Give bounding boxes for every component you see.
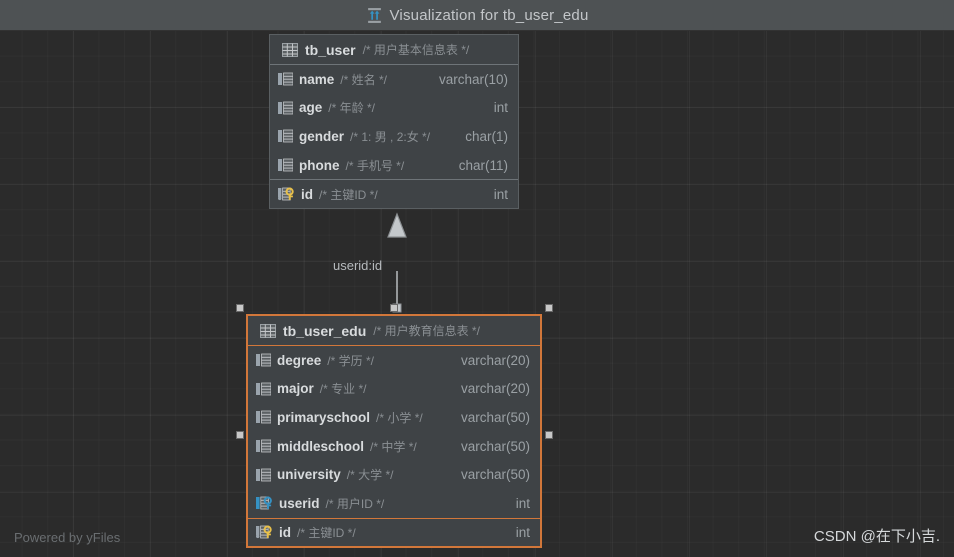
column-comment: /* 主键ID */ <box>319 187 378 202</box>
window-title-bar: Visualization for tb_user_edu <box>0 0 954 31</box>
column-type: varchar(50) <box>460 438 530 454</box>
column-icon <box>256 353 272 367</box>
column-name: id <box>279 524 291 540</box>
table-comment: /* 用户基本信息表 */ <box>362 43 470 57</box>
column-name: age <box>299 100 323 116</box>
table-row[interactable]: university /* 大学 */ varchar(50) <box>248 460 540 489</box>
table-row[interactable]: userid /* 用户ID */ int <box>248 489 540 518</box>
column-name: name <box>299 71 335 87</box>
column-type: char(1) <box>465 128 508 144</box>
column-name: university <box>277 467 341 483</box>
table-row[interactable]: gender /* 1: 男 , 2:女 */ char(1) <box>270 122 518 151</box>
table-row[interactable]: id /* 主键ID */ int <box>248 517 540 547</box>
selection-handle-top-center[interactable] <box>390 304 398 312</box>
column-type: int <box>515 495 530 511</box>
column-icon <box>278 129 294 143</box>
table-icon <box>260 323 276 338</box>
selection-handle-middle-right[interactable] <box>545 431 553 439</box>
column-type: varchar(20) <box>460 381 530 397</box>
table-node-tb_user[interactable]: tb_user /* 用户基本信息表 */ name /* 姓名 */ varc… <box>269 34 519 209</box>
table-icon <box>282 42 298 57</box>
column-type: char(11) <box>458 157 508 173</box>
relationship-label: userid:id <box>333 258 383 273</box>
column-icon <box>256 468 272 482</box>
column-icon <box>278 72 294 86</box>
column-comment: /* 大学 */ <box>346 468 394 483</box>
column-type: varchar(50) <box>460 409 530 425</box>
table-row[interactable]: primaryschool /* 小学 */ varchar(50) <box>248 403 540 432</box>
table-header-tb_user[interactable]: tb_user /* 用户基本信息表 */ <box>270 35 518 65</box>
column-comment: /* 专业 */ <box>319 382 367 397</box>
column-name: phone <box>299 157 340 173</box>
table-row[interactable]: middleschool /* 中学 */ varchar(50) <box>248 432 540 461</box>
table-row[interactable]: name /* 姓名 */ varchar(10) <box>270 65 518 94</box>
selection-handle-middle-left[interactable] <box>236 431 244 439</box>
table-row[interactable]: phone /* 手机号 */ char(11) <box>270 151 518 180</box>
column-comment: /* 姓名 */ <box>340 72 387 87</box>
column-type: varchar(10) <box>438 71 508 87</box>
window-title: Visualization for tb_user_edu <box>389 6 589 24</box>
column-name: userid <box>279 495 320 511</box>
table-row[interactable]: id /* 主键ID */ int <box>270 179 518 208</box>
foreign-key-icon <box>256 496 273 510</box>
column-icon <box>278 101 294 115</box>
table-name: tb_user <box>305 41 356 58</box>
column-comment: /* 年龄 */ <box>328 101 375 116</box>
column-comment: /* 用户ID */ <box>325 496 385 511</box>
column-type: int <box>493 186 508 202</box>
selection-handle-top-right[interactable] <box>545 304 553 312</box>
csdn-watermark: CSDN @在下小吉. <box>813 528 940 545</box>
column-name: primaryschool <box>277 409 371 425</box>
column-type: varchar(50) <box>460 467 530 483</box>
column-icon <box>278 158 294 172</box>
column-type: varchar(20) <box>460 352 530 368</box>
column-name: major <box>277 381 314 397</box>
column-type: int <box>515 524 530 540</box>
column-comment: /* 小学 */ <box>376 410 423 425</box>
table-row[interactable]: degree /* 学历 */ varchar(20) <box>248 346 540 375</box>
column-comment: /* 中学 */ <box>370 439 417 454</box>
column-name: middleschool <box>277 438 365 454</box>
primary-key-icon <box>277 187 295 201</box>
column-comment: /* 学历 */ <box>327 353 374 368</box>
table-row[interactable]: major /* 专业 */ varchar(20) <box>248 375 540 404</box>
selection-handle-top-left[interactable] <box>236 304 244 312</box>
table-node-tb_user_edu[interactable]: tb_user_edu /* 用户教育信息表 */ degree /* 学历 *… <box>246 314 542 549</box>
column-icon <box>256 382 272 396</box>
visualization-icon <box>366 7 383 24</box>
yfiles-watermark: Powered by yFiles <box>14 530 121 545</box>
column-comment: /* 1: 男 , 2:女 */ <box>350 129 431 144</box>
table-name: tb_user_edu <box>283 322 367 339</box>
column-name: degree <box>277 352 322 368</box>
table-comment: /* 用户教育信息表 */ <box>373 324 480 338</box>
table-row[interactable]: age /* 年龄 */ int <box>270 94 518 123</box>
diagram-canvas[interactable]: userid:id tb_user /* 用户基本信息表 */ name /* … <box>0 31 954 557</box>
column-name: gender <box>299 128 345 144</box>
table-header-tb_user_edu[interactable]: tb_user_edu /* 用户教育信息表 */ <box>248 316 540 346</box>
primary-key-icon <box>255 525 273 539</box>
column-comment: /* 手机号 */ <box>345 158 405 173</box>
column-type: int <box>493 100 508 116</box>
column-icon <box>256 439 272 453</box>
column-comment: /* 主键ID */ <box>297 525 356 540</box>
column-name: id <box>301 186 313 202</box>
column-icon <box>256 410 272 424</box>
